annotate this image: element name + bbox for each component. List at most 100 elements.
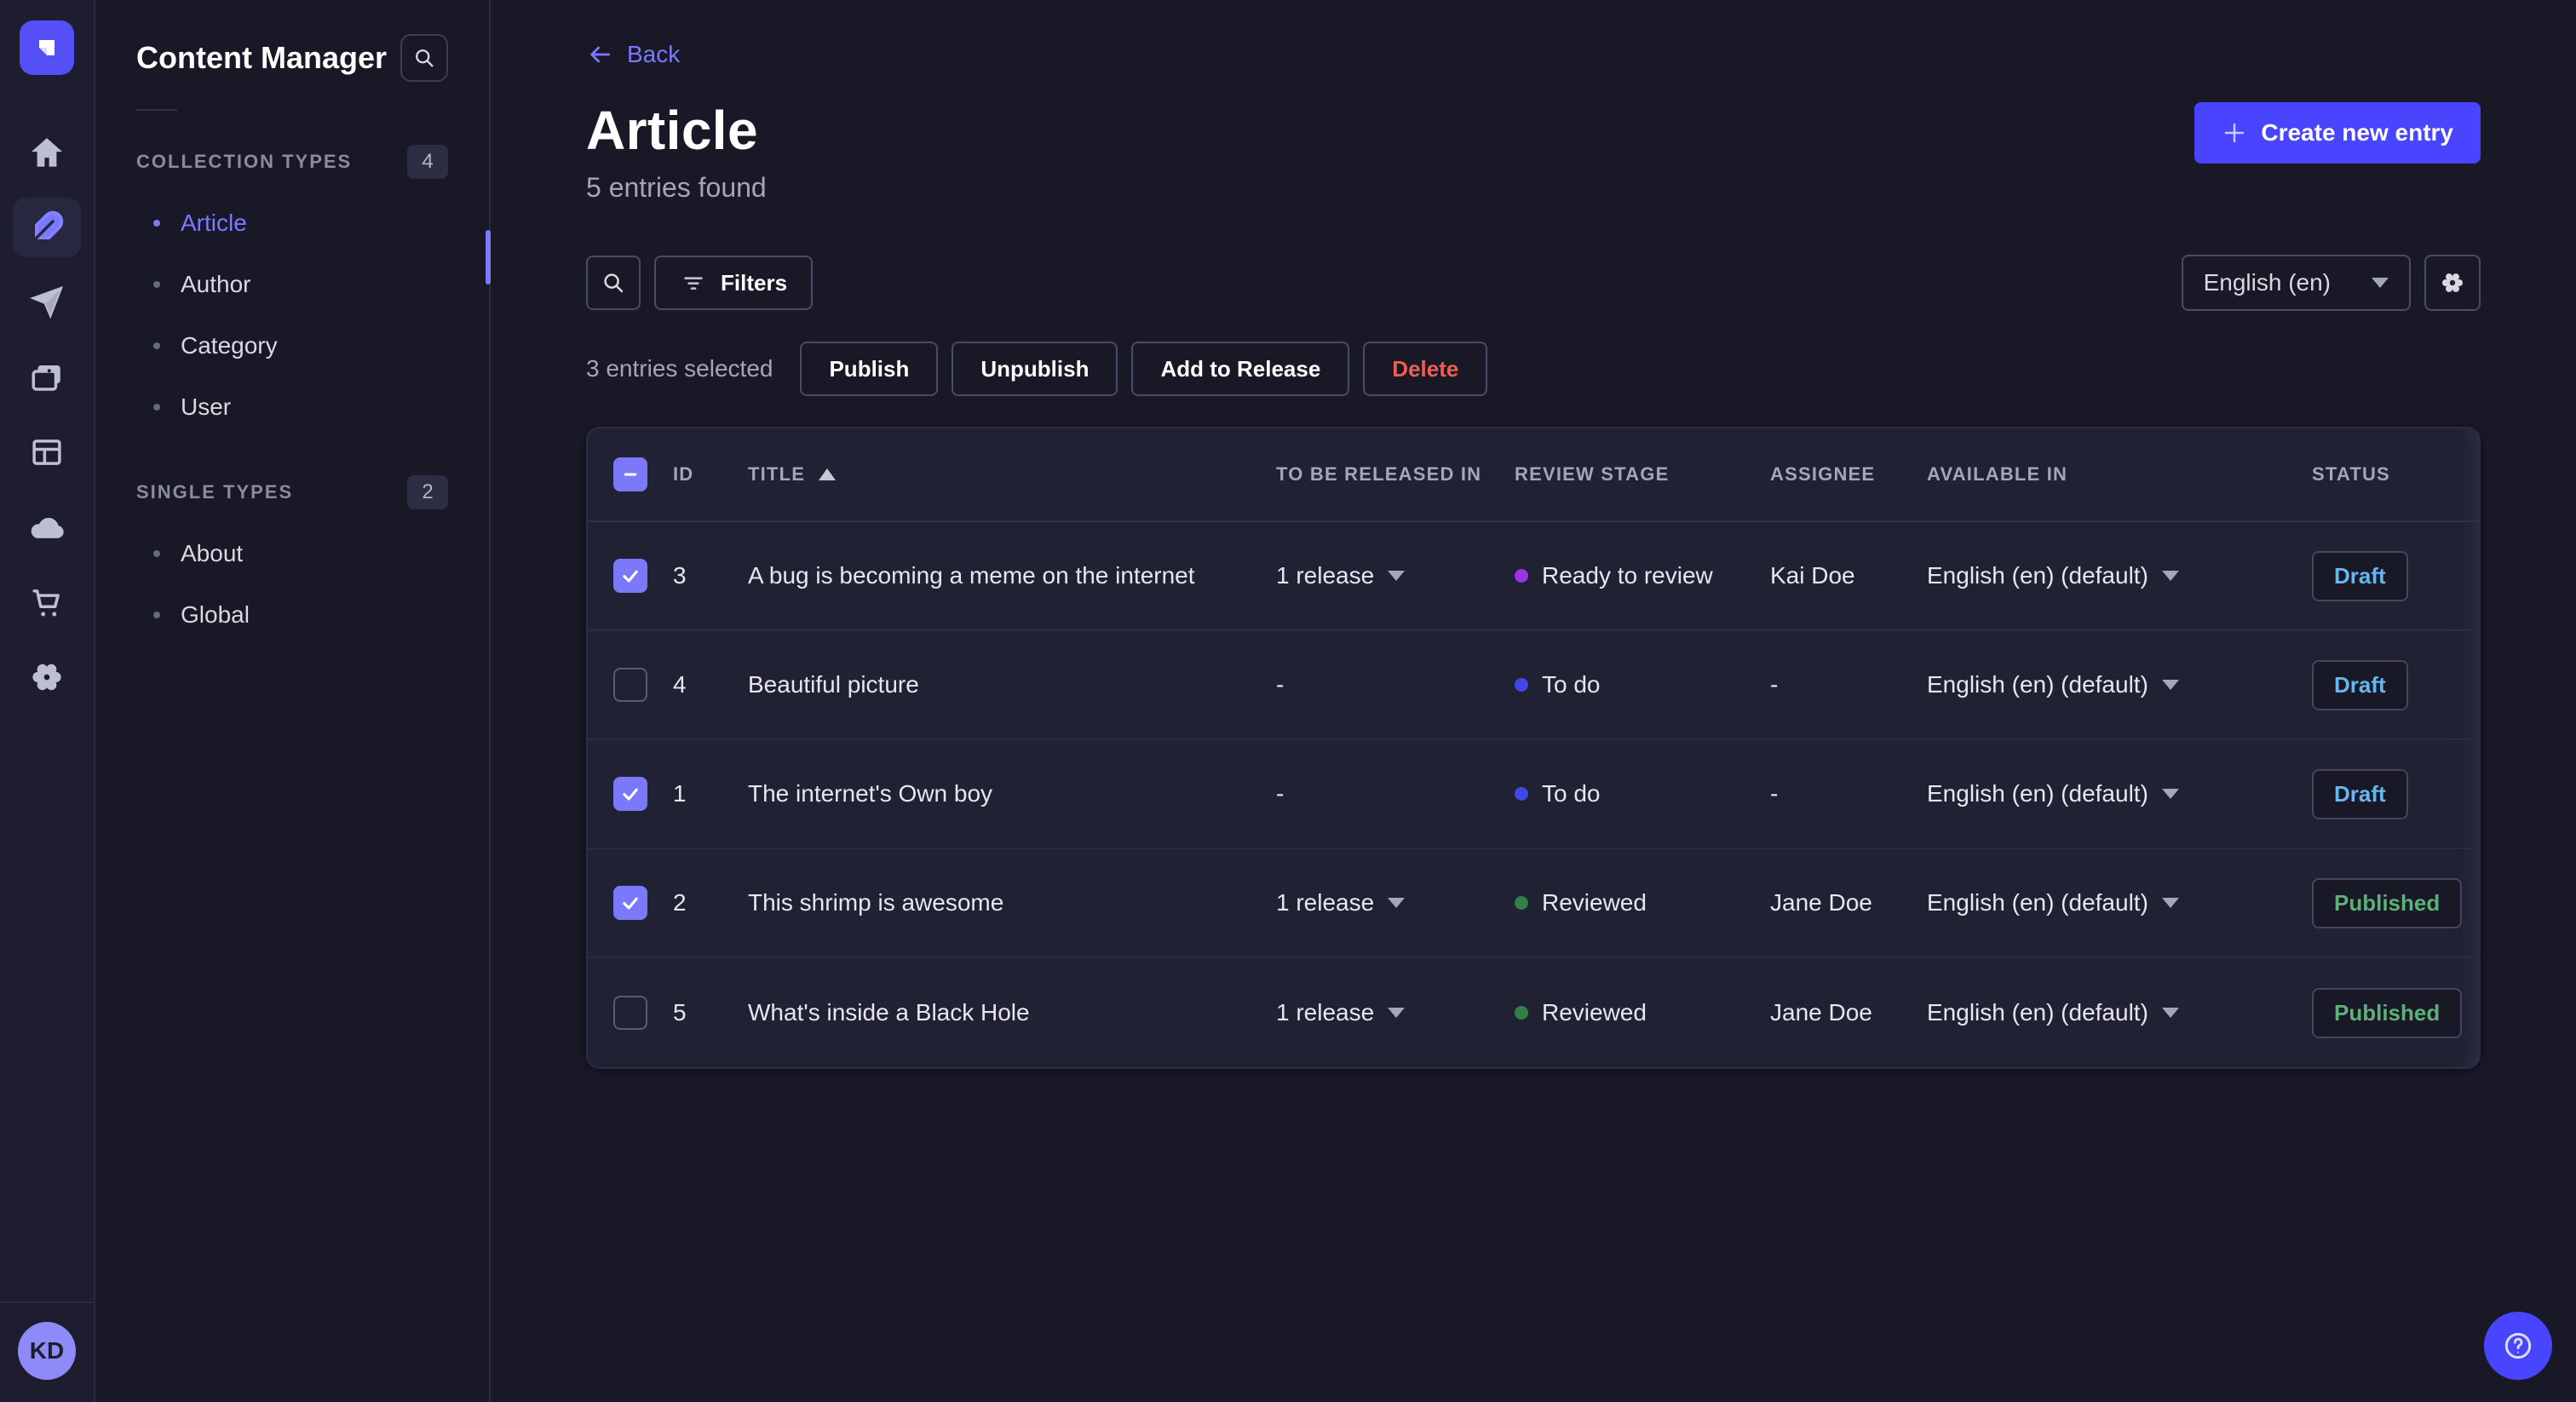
chevron-down-icon — [1388, 571, 1406, 581]
row-locale[interactable]: English (en) (default) — [1927, 999, 2312, 1026]
row-id: 5 — [673, 999, 687, 1026]
deploy-cloud-icon[interactable] — [13, 497, 81, 557]
bullet-icon — [153, 220, 160, 227]
row-release[interactable]: - — [1276, 671, 1515, 698]
unpublish-button[interactable]: Unpublish — [952, 342, 1118, 396]
question-mark-icon — [2504, 1332, 2532, 1359]
row-locale[interactable]: English (en) (default) — [1927, 671, 2312, 698]
stage-dot — [1515, 569, 1528, 583]
collection-types-section: COLLECTION TYPES 4 Article Author Catego… — [136, 145, 448, 438]
filters-button[interactable]: Filters — [654, 256, 814, 310]
marketplace-cart-icon[interactable] — [13, 572, 81, 632]
column-header-status[interactable]: STATUS — [2312, 463, 2479, 486]
settings-gear-icon[interactable] — [13, 647, 81, 707]
sidebar-item-global[interactable]: Global — [136, 584, 448, 646]
sidebar-item-about[interactable]: About — [136, 523, 448, 584]
chevron-down-icon — [2161, 680, 2179, 690]
add-to-release-button[interactable]: Add to Release — [1131, 342, 1350, 396]
status-badge: Draft — [2312, 659, 2408, 710]
row-title: What's inside a Black Hole — [748, 999, 1030, 1026]
row-locale[interactable]: English (en) (default) — [1927, 780, 2312, 807]
view-settings-button[interactable] — [2424, 255, 2481, 311]
bullet-icon — [153, 612, 160, 618]
table-row[interactable]: 5 What's inside a Black Hole 1 release R… — [588, 958, 2479, 1067]
row-assignee: Kai Doe — [1770, 562, 1855, 589]
content-manager-icon[interactable] — [13, 198, 81, 257]
gear-icon — [2442, 273, 2463, 292]
column-header-id[interactable]: ID — [673, 463, 748, 486]
status-badge: Draft — [2312, 768, 2408, 819]
sidebar-item-article[interactable]: Article — [136, 192, 448, 254]
entries-count: 5 entries found — [586, 172, 767, 203]
page-title: Article — [586, 100, 758, 161]
row-release[interactable]: 1 release — [1276, 562, 1515, 589]
chevron-down-icon — [2372, 278, 2389, 288]
single-types-label: SINGLE TYPES — [136, 481, 294, 503]
collection-types-label: COLLECTION TYPES — [136, 151, 353, 172]
user-avatar[interactable]: KD — [18, 1322, 76, 1380]
status-badge: Draft — [2312, 550, 2408, 601]
chevron-down-icon — [1388, 1008, 1406, 1018]
row-locale[interactable]: English (en) (default) — [1927, 562, 2312, 589]
chevron-down-icon — [1388, 898, 1406, 908]
bullet-icon — [153, 281, 160, 288]
row-review-stage: Ready to review — [1515, 562, 1770, 589]
collection-types-count-badge: 4 — [407, 145, 448, 179]
strapi-logo[interactable] — [20, 20, 74, 75]
row-checkbox[interactable] — [613, 668, 647, 702]
media-library-icon[interactable] — [13, 348, 81, 407]
row-release[interactable]: - — [1276, 780, 1515, 807]
row-checkbox[interactable] — [613, 777, 647, 811]
rail-footer: KD — [0, 1301, 94, 1402]
column-header-assignee[interactable]: ASSIGNEE — [1770, 463, 1927, 486]
row-checkbox[interactable] — [613, 996, 647, 1030]
check-icon — [623, 897, 638, 910]
sidebar-title: Content Manager — [136, 40, 388, 75]
publish-button[interactable]: Publish — [800, 342, 939, 396]
row-assignee: - — [1770, 780, 1779, 807]
bullet-icon — [153, 404, 160, 411]
stage-dot — [1515, 896, 1528, 910]
column-header-title[interactable]: TITLE — [748, 463, 1276, 486]
row-review-stage: To do — [1515, 780, 1770, 807]
strapi-logo-glyph — [39, 40, 55, 55]
create-new-entry-button[interactable]: Create new entry — [2194, 102, 2481, 164]
help-button[interactable] — [2484, 1312, 2552, 1380]
search-button[interactable] — [586, 256, 641, 310]
page-header: Article 5 entries found Create new entry — [586, 99, 2481, 204]
column-header-available-in[interactable]: AVAILABLE IN — [1927, 463, 2312, 486]
status-badge: Published — [2312, 987, 2463, 1038]
sort-ascending-icon — [819, 468, 837, 480]
row-review-stage: Reviewed — [1515, 999, 1770, 1026]
row-assignee: Jane Doe — [1770, 889, 1872, 916]
sidebar-item-user[interactable]: User — [136, 376, 448, 438]
row-release[interactable]: 1 release — [1276, 889, 1515, 916]
row-title: This shrimp is awesome — [748, 889, 1004, 916]
row-checkbox[interactable] — [613, 559, 647, 593]
row-locale[interactable]: English (en) (default) — [1927, 889, 2312, 916]
table-row[interactable]: 1 The internet's Own boy - To do - Engli… — [588, 740, 2479, 849]
table-row[interactable]: 4 Beautiful picture - To do - English (e… — [588, 631, 2479, 740]
back-link[interactable]: Back — [586, 41, 680, 68]
locale-select[interactable]: English (en) — [2181, 255, 2411, 311]
status-badge: Published — [2312, 877, 2463, 928]
releases-icon[interactable] — [13, 273, 81, 332]
column-header-release[interactable]: TO BE RELEASED IN — [1276, 463, 1515, 486]
delete-button[interactable]: Delete — [1363, 342, 1488, 396]
table-row[interactable]: 2 This shrimp is awesome 1 release Revie… — [588, 849, 2479, 958]
row-release[interactable]: 1 release — [1276, 999, 1515, 1026]
sidebar-item-category[interactable]: Category — [136, 315, 448, 376]
table-row[interactable]: 3 A bug is becoming a meme on the intern… — [588, 522, 2479, 631]
bulk-actions-bar: 3 entries selected Publish Unpublish Add… — [586, 342, 2481, 396]
sidebar-header: Content Manager — [136, 34, 448, 82]
row-checkbox[interactable] — [613, 886, 647, 920]
bullet-icon — [153, 342, 160, 349]
select-all-checkbox[interactable] — [613, 457, 647, 491]
sidebar-search-button[interactable] — [400, 34, 448, 82]
content-type-builder-icon[interactable] — [13, 422, 81, 482]
sidebar-item-author[interactable]: Author — [136, 254, 448, 315]
chevron-down-icon — [2161, 571, 2179, 581]
home-icon[interactable] — [13, 123, 81, 182]
column-header-review-stage[interactable]: REVIEW STAGE — [1515, 463, 1770, 486]
chevron-down-icon — [2161, 898, 2179, 908]
